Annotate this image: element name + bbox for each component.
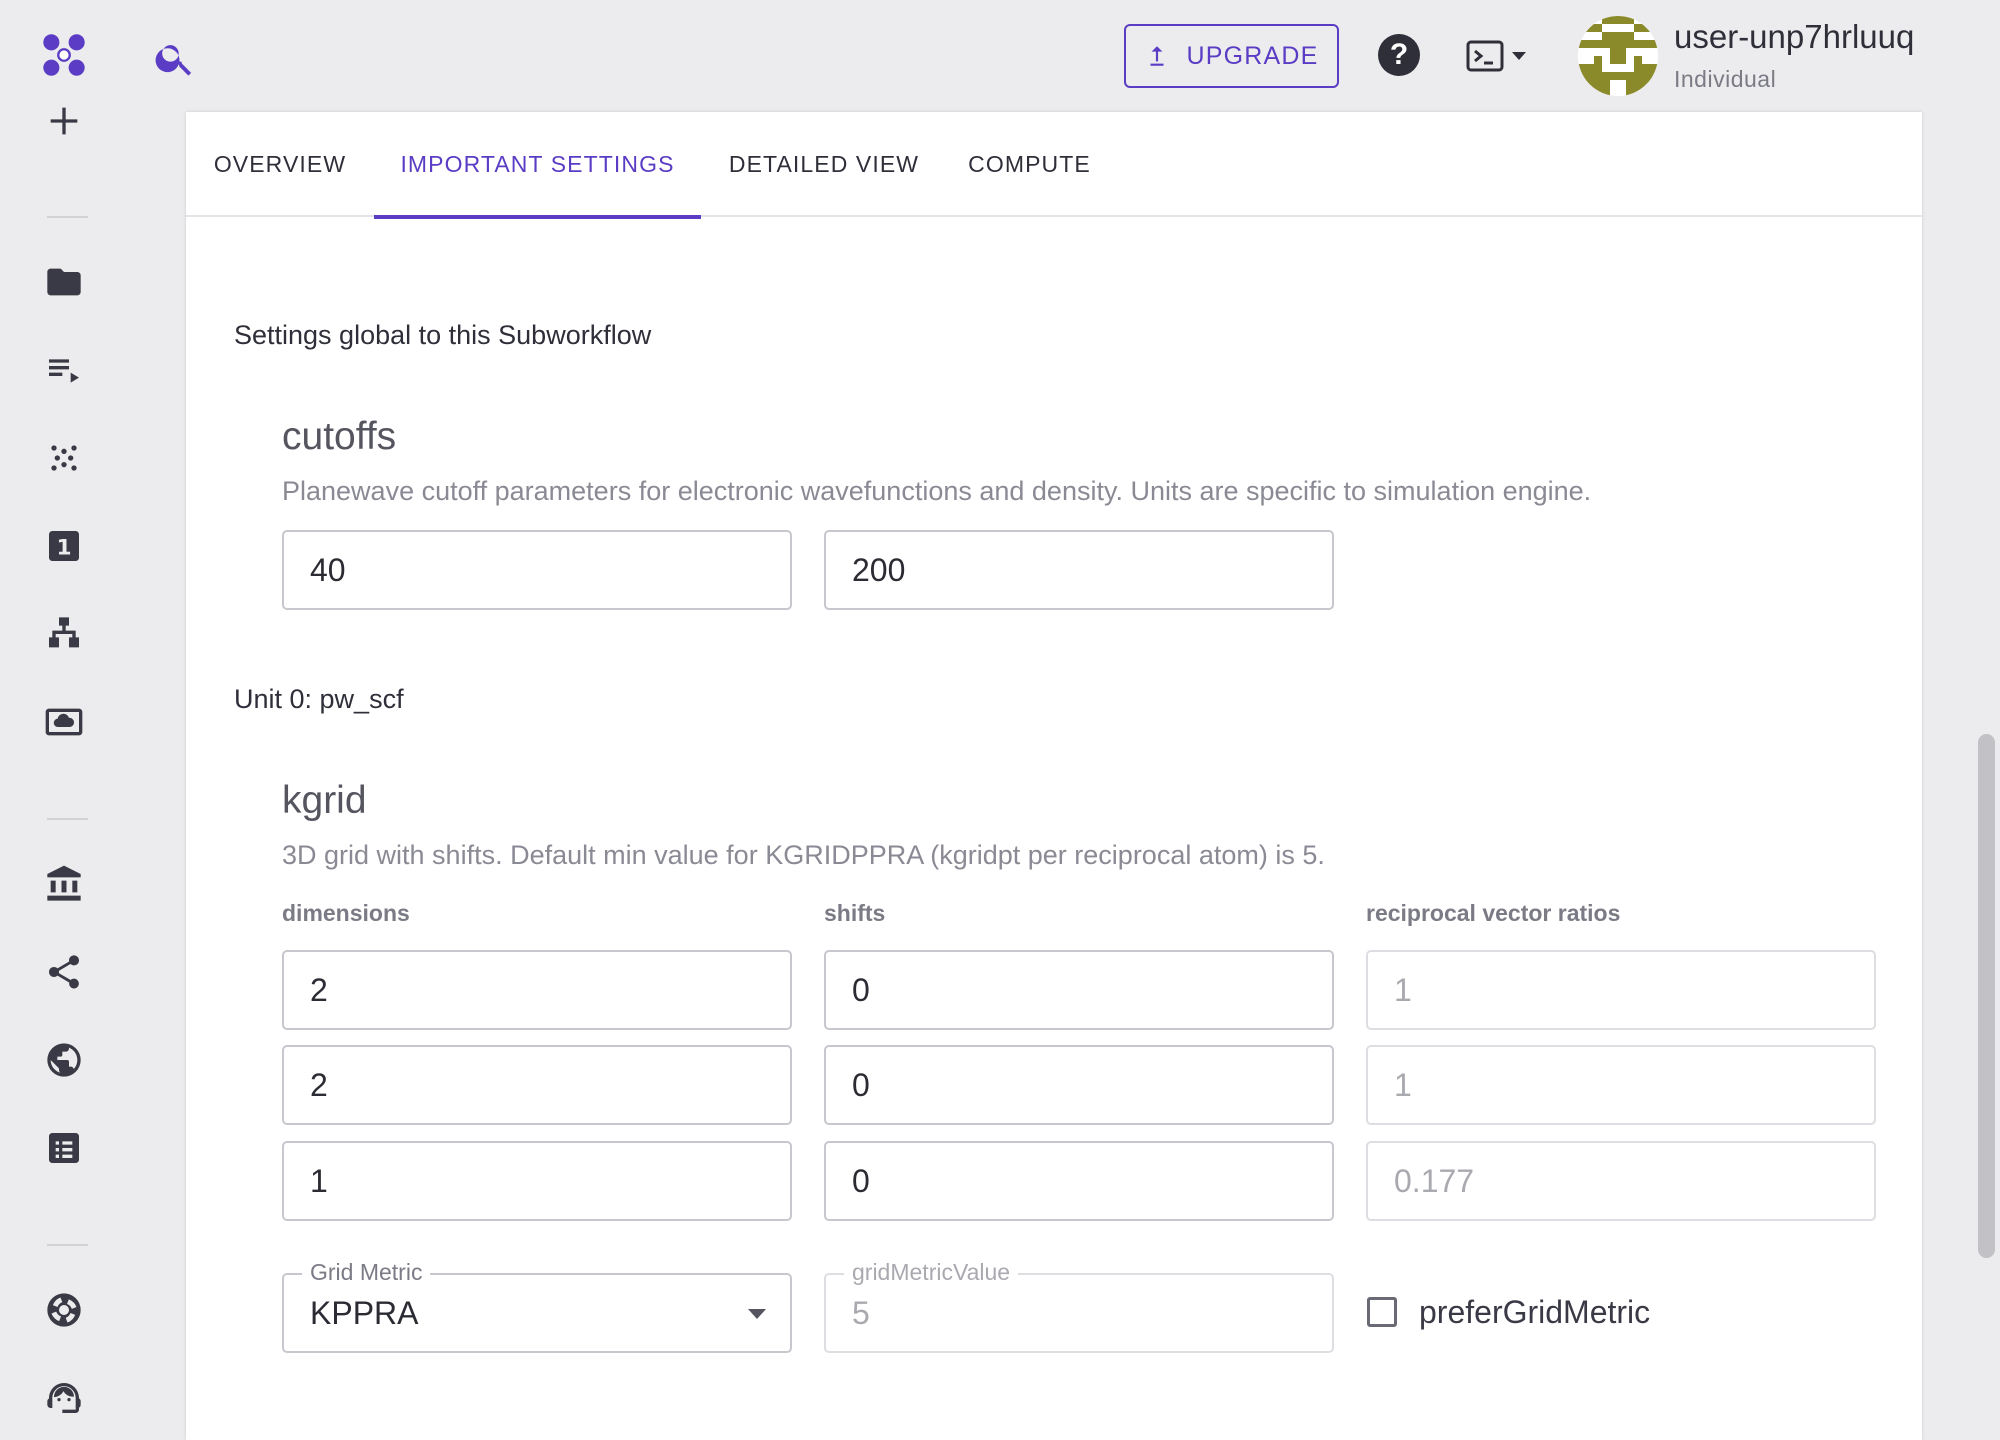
ratios-column-label: reciprocal vector ratios [1366,900,1621,926]
globe-icon[interactable] [32,1028,96,1092]
dimension-y-input[interactable]: 2 [282,1045,792,1125]
folder-icon[interactable] [32,250,96,314]
dots-grid-icon[interactable] [32,426,96,490]
cloud-screen-icon[interactable] [32,690,96,754]
user-name[interactable]: user-unp7hrluuq [1674,18,1914,56]
unit-section-title: Unit 0: pw_scf [234,684,404,714]
chevron-down-icon [748,1309,766,1319]
shift-z-input[interactable]: 0 [824,1141,1334,1221]
terminal-icon [1466,40,1504,72]
workflow-settings-card: OVERVIEW IMPORTANT SETTINGS DETAILED VIE… [186,112,1922,1440]
search-icon[interactable] [145,28,205,88]
grid-metric-value-label: gridMetricValue [844,1259,1019,1286]
sidebar-divider [47,818,88,820]
prefer-grid-metric-label[interactable]: preferGridMetric [1419,1294,1650,1331]
grid-metric-label: Grid Metric [302,1259,431,1286]
molecule-logo-icon[interactable] [32,23,96,87]
dimensions-column-label: dimensions [282,900,410,926]
dimension-z-input[interactable]: 1 [282,1141,792,1221]
prefer-grid-metric-checkbox[interactable] [1367,1297,1397,1327]
help-glyph: ? [1389,38,1409,71]
plus-icon[interactable] [32,89,96,153]
terminal-menu-button[interactable] [1466,36,1528,76]
share-icon[interactable] [32,940,96,1004]
ratio-y-input: 1 [1366,1045,1876,1125]
cutoff-density-input[interactable]: 200 [824,530,1334,610]
chevron-down-icon [1512,52,1526,60]
upload-arrow-icon [1150,46,1164,66]
grid-metric-value: KPPRA [310,1295,419,1331]
grid-metric-value-field: gridMetricValue 5 [824,1259,1334,1353]
numbered-box-icon[interactable]: 1 [32,514,96,578]
bank-icon[interactable] [32,852,96,916]
upgrade-button[interactable]: UPGRADE [1124,24,1339,88]
playlist-play-icon[interactable] [32,339,96,403]
tab-important-settings[interactable]: IMPORTANT SETTINGS [374,112,701,219]
avatar[interactable] [1578,16,1658,96]
svg-text:1: 1 [56,535,71,560]
tab-overview[interactable]: OVERVIEW [186,112,374,217]
shift-x-input[interactable]: 0 [824,950,1334,1030]
sidebar: 1 [0,0,128,1440]
ratio-x-input: 1 [1366,950,1876,1030]
help-icon[interactable]: ? [1378,34,1420,76]
shifts-column-label: shifts [824,900,886,926]
kgrid-description: 3D grid with shifts. Default min value f… [282,840,1325,870]
shift-y-input[interactable]: 0 [824,1045,1334,1125]
support-agent-icon[interactable] [32,1366,96,1430]
upgrade-label: UPGRADE [1186,41,1319,70]
tab-bar: OVERVIEW IMPORTANT SETTINGS DETAILED VIE… [186,112,1922,219]
hierarchy-icon[interactable] [32,602,96,666]
sidebar-divider [47,216,88,218]
cutoffs-title: cutoffs [282,415,397,458]
lifebuoy-icon[interactable] [32,1278,96,1342]
tab-detailed-view[interactable]: DETAILED VIEW [701,112,947,217]
sidebar-divider [47,1244,88,1246]
ratio-z-input: 0.177 [1366,1141,1876,1221]
global-section-title: Settings global to this Subworkflow [234,320,652,350]
cutoff-wavefunction-input[interactable]: 40 [282,530,792,610]
checklist-icon[interactable] [32,1116,96,1180]
grid-metric-value-input: 5 [852,1295,870,1331]
kgrid-title: kgrid [282,779,367,822]
user-role: Individual [1674,66,1777,92]
cutoffs-description: Planewave cutoff parameters for electron… [282,476,1592,506]
page-scrollbar-thumb[interactable] [1978,734,1995,1258]
tab-compute[interactable]: COMPUTE [947,112,1112,217]
dimension-x-input[interactable]: 2 [282,950,792,1030]
grid-metric-select[interactable]: Grid Metric KPPRA [282,1259,792,1353]
